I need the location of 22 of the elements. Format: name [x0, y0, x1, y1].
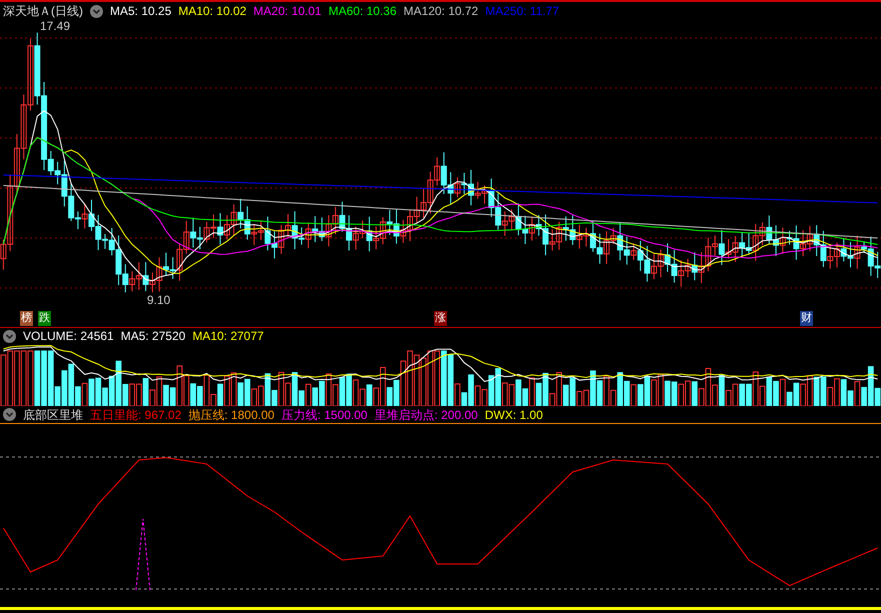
indicator-value: MA60: 10.36 — [328, 3, 397, 20]
indicator-value: 压力线: 1500.00 — [281, 406, 368, 424]
signal-marker: 榜 — [20, 311, 33, 326]
indicator-value: MA20: 10.01 — [253, 3, 322, 20]
indicator-value: VOLUME: 24561 — [23, 328, 114, 345]
indicator-value: DWX: 1.00 — [484, 406, 543, 424]
signal-marker: 涨 — [434, 311, 447, 326]
indicator-value: MA10: 27077 — [192, 328, 264, 345]
indicator-value: MA120: 10.72 — [404, 3, 478, 20]
indicator-value: 五日里能: 967.02 — [90, 406, 182, 424]
high-price-label: 17.49 — [40, 20, 70, 33]
low-price-label: 9.10 — [147, 293, 170, 307]
signal-marker: 跌 — [38, 311, 51, 326]
indicator-value: 里堆启动点: 200.00 — [374, 406, 478, 424]
indicator-value: MA10: 10.02 — [178, 3, 246, 20]
indicator-value: MA250: 11.77 — [485, 3, 560, 20]
indicator-value: MA5: 10.25 — [110, 3, 172, 20]
stock-title: 深天地Ａ(日线) — [3, 3, 83, 20]
indicator-value: 抛压线: 1800.00 — [188, 406, 274, 424]
signal-marker: 财 — [800, 311, 813, 326]
indicator-title: 底部区里堆 — [23, 406, 83, 424]
indicator-value: MA5: 27520 — [120, 328, 186, 345]
